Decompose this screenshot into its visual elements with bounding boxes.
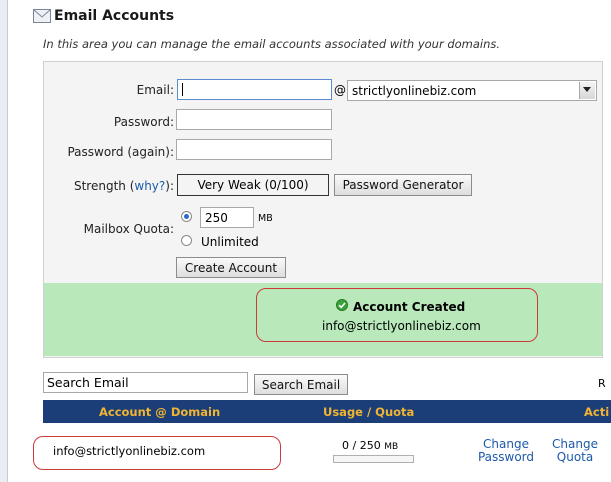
email-input[interactable]	[177, 79, 332, 100]
change-password-link[interactable]: Change Password	[471, 438, 541, 464]
text-cursor	[182, 83, 183, 96]
usage-bar	[333, 455, 414, 463]
unlimited-label[interactable]: Unlimited	[201, 235, 259, 249]
change-quota-link[interactable]: Change Quota	[543, 438, 607, 464]
account-email: info@strictlyonlinebiz.com	[53, 444, 206, 458]
page-title: Email Accounts	[54, 8, 175, 24]
create-account-button[interactable]: Create Account	[176, 257, 286, 278]
search-input-text: Search Email	[47, 375, 129, 390]
column-usage-quota[interactable]: Usage / Quota	[323, 405, 414, 419]
column-account-domain[interactable]: Account @ Domain	[99, 405, 220, 419]
unlimited-radio[interactable]	[181, 235, 192, 246]
quota-value-radio[interactable]	[181, 211, 192, 222]
domain-selected-value: strictlyonlinebiz.com	[352, 84, 477, 98]
column-actions: Acti	[584, 405, 610, 419]
window-left-edge	[0, 0, 8, 482]
mailbox-quota-label: Mailbox Quota:	[83, 222, 174, 236]
usage-text: 0 / 250 MB	[342, 439, 399, 452]
strength-value: Very Weak (0/100)	[197, 178, 309, 192]
password-again-label: Password (again):	[67, 145, 174, 159]
status-email: info@strictlyonlinebiz.com	[322, 319, 481, 333]
status-highlight-outline	[256, 288, 538, 342]
password-input[interactable]	[176, 109, 332, 130]
password-generator-button[interactable]: Password Generator	[334, 174, 472, 196]
quota-unit: MB	[258, 213, 273, 224]
domain-select[interactable]: strictlyonlinebiz.com	[347, 80, 597, 101]
search-email-button[interactable]: Search Email	[254, 374, 348, 395]
email-label: Email:	[136, 83, 174, 97]
page-description: In this area you can manage the email ac…	[43, 37, 501, 51]
search-input[interactable]: Search Email	[43, 372, 248, 393]
strength-label: Strength (why?):	[73, 179, 174, 193]
at-symbol: @	[334, 83, 346, 97]
envelope-icon	[33, 9, 51, 23]
password-again-input[interactable]	[176, 139, 332, 160]
results-label-truncated: R	[598, 377, 606, 390]
strength-why-link[interactable]: why?	[134, 179, 165, 193]
chevron-down-icon[interactable]	[579, 82, 595, 99]
status-title: Account Created	[353, 300, 466, 314]
password-label: Password:	[113, 115, 174, 129]
check-icon	[336, 299, 348, 311]
quota-input[interactable]: 250	[200, 207, 254, 228]
strength-meter: Very Weak (0/100)	[177, 174, 329, 196]
quota-value: 250	[205, 211, 228, 225]
